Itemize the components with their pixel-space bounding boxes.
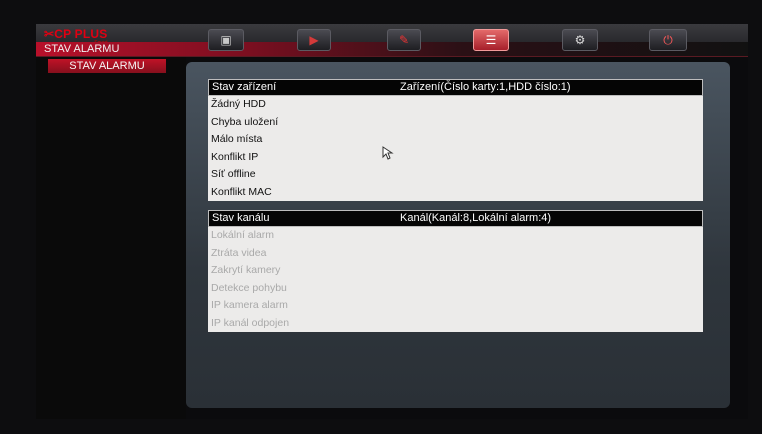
device-status-row[interactable]: Síť offline	[208, 166, 703, 184]
device-status-row[interactable]: Konflikt MAC	[208, 184, 703, 202]
device-status-title: Stav zařízení	[212, 81, 277, 93]
channel-status-row[interactable]: Zakrytí kamery	[208, 262, 703, 280]
channel-status-header: Stav kanálu Kanál(Kanál:8,Lokální alarm:…	[208, 210, 703, 227]
toolbar-button-playback[interactable]: ▶	[297, 29, 331, 51]
top-bar: ✂CP PLUS Smart STAV ALARMU ▣ ▶ ✎ ☰ ⚙ ⏻	[36, 24, 748, 57]
logo-text: CP PLUS	[54, 27, 108, 41]
channel-status-title: Stav kanálu	[212, 212, 270, 224]
window-title: STAV ALARMU	[44, 43, 120, 55]
brand-logo: ✂CP PLUS	[44, 27, 107, 41]
toolbar-button-power[interactable]: ⏻	[649, 29, 687, 51]
power-icon: ⏻	[663, 33, 673, 47]
logo-mark-icon: ✂	[44, 27, 55, 41]
channel-status-row[interactable]: IP kamera alarm	[208, 297, 703, 315]
camera-icon: ▣	[220, 33, 232, 47]
alarm-panel: Stav zařízení Zařízení(Číslo karty:1,HDD…	[186, 62, 730, 408]
device-status-summary: Zařízení(Číslo karty:1,HDD číslo:1)	[400, 81, 571, 93]
channel-status-row[interactable]: Lokální alarm	[208, 227, 703, 245]
sidebar: STAV ALARMU	[36, 57, 186, 419]
storage-icon: ☰	[485, 33, 497, 47]
toolbar-button-network[interactable]: ⚙	[562, 29, 598, 51]
device-status-row[interactable]: Málo místa	[208, 131, 703, 149]
channel-status-summary: Kanál(Kanál:8,Lokální alarm:4)	[400, 212, 552, 224]
channel-status-row[interactable]: Ztráta videa	[208, 245, 703, 263]
toolbar-button-pen[interactable]: ✎	[387, 29, 421, 51]
toolbar-button-info[interactable]: ☰	[473, 29, 509, 51]
channel-status-row[interactable]: IP kanál odpojen	[208, 315, 703, 333]
screen: ✂CP PLUS Smart STAV ALARMU ▣ ▶ ✎ ☰ ⚙ ⏻ S…	[36, 24, 748, 419]
device-status-row[interactable]: Žádný HDD	[208, 96, 703, 114]
device-status-row[interactable]: Konflikt IP	[208, 149, 703, 167]
playback-icon: ▶	[309, 33, 319, 47]
toolbar-button-camera[interactable]: ▣	[208, 29, 244, 51]
channel-status-table: Stav kanálu Kanál(Kanál:8,Lokální alarm:…	[208, 210, 703, 332]
device-status-table: Stav zařízení Zařízení(Číslo karty:1,HDD…	[208, 79, 703, 201]
sidebar-item-stav-alarmu[interactable]: STAV ALARMU	[48, 59, 166, 73]
mouse-cursor-icon	[382, 146, 394, 160]
device-status-header: Stav zařízení Zařízení(Číslo karty:1,HDD…	[208, 79, 703, 96]
pen-icon: ✎	[398, 33, 410, 47]
monitor-bezel: ✂CP PLUS Smart STAV ALARMU ▣ ▶ ✎ ☰ ⚙ ⏻ S…	[0, 0, 762, 434]
network-icon: ⚙	[574, 33, 586, 47]
device-status-row[interactable]: Chyba uložení	[208, 114, 703, 132]
channel-status-row[interactable]: Detekce pohybu	[208, 280, 703, 298]
